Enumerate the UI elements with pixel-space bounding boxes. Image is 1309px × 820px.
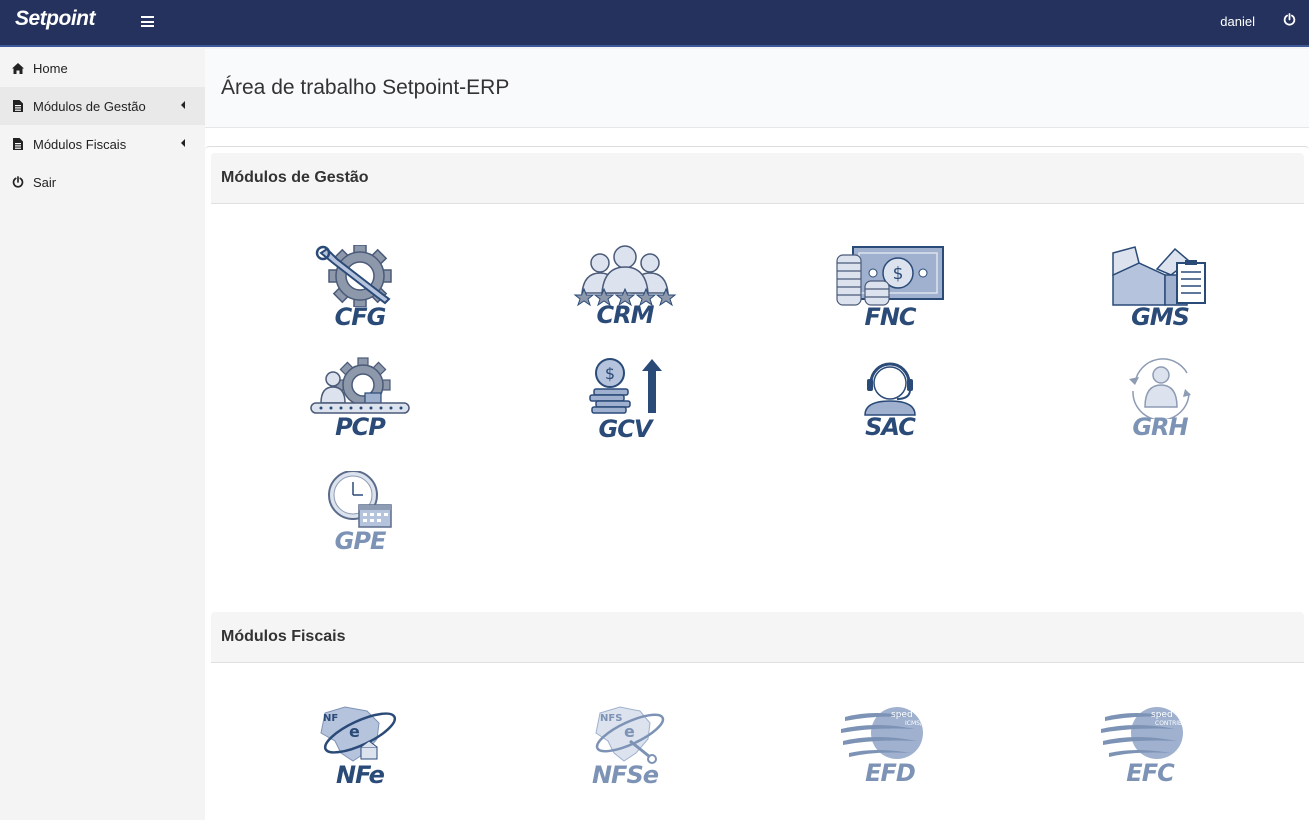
module-efc[interactable]: sped CONTRIBUIÇÕES EFC [1095,703,1205,793]
module-label: FNC [864,303,916,331]
sidebar-item-home[interactable]: Home [0,49,205,87]
home-icon [12,62,24,74]
svg-text:sped: sped [891,710,913,720]
svg-text:NF: NF [323,713,338,724]
sidebar-item-label: Sair [33,174,57,190]
page-header: Área de trabalho Setpoint-ERP [205,49,1309,128]
module-label: EFC [1126,759,1174,787]
svg-text:$: $ [893,264,904,284]
sidebar-item-label: Módulos Fiscais [33,136,127,152]
module-gcv[interactable]: $ GCV [570,357,680,447]
module-label: GMS [1131,303,1190,331]
svg-text:sped: sped [1151,710,1173,720]
power-icon [12,176,24,188]
person-cycle-icon [1129,358,1191,419]
module-sac[interactable]: SAC [835,357,945,447]
user-name[interactable]: daniel [1220,14,1255,29]
boxes-checklist-icon [1112,246,1206,306]
document-icon [12,100,24,112]
module-label: NFSe [591,761,659,789]
module-cfg[interactable]: CFG [305,245,415,335]
document-icon [12,138,24,150]
module-gpe[interactable]: GPE [305,471,415,561]
module-nfse[interactable]: NFS e NFSe [570,703,680,793]
gear-conveyor-icon [310,357,410,414]
top-navbar: Setpoint daniel [0,0,1309,47]
module-label: CFG [334,303,387,331]
power-icon[interactable] [1283,13,1296,31]
module-label: NFe [336,761,385,789]
sidebar: Home Módulos de Gestão Módulos Fiscais S… [0,49,205,820]
menu-toggle-icon[interactable] [141,16,154,27]
module-crm[interactable]: CRM [570,245,680,335]
module-pcp[interactable]: PCP [305,357,415,447]
main-content: Área de trabalho Setpoint-ERP Módulos de… [205,49,1309,820]
module-label: GPE [334,527,387,555]
sidebar-item-label: Módulos de Gestão [33,98,146,114]
svg-text:e: e [624,722,635,741]
module-label: CRM [596,301,655,329]
module-fnc[interactable]: $ FNC [835,245,945,335]
module-grh[interactable]: GRH [1105,357,1215,447]
sidebar-item-label: Home [33,60,68,76]
caret-left-icon [181,101,185,109]
module-gms[interactable]: GMS [1105,245,1215,335]
section-title-gestao: Módulos de Gestão [211,153,1304,204]
divider [205,146,1309,150]
caret-left-icon [181,139,185,147]
module-label: EFD [865,759,916,787]
svg-text:CONTRIBUIÇÕES: CONTRIBUIÇÕES [1155,720,1205,727]
sped-globe-icon: sped ICMS/IPI [841,707,929,759]
module-label: GCV [598,415,653,443]
svg-text:$: $ [605,364,615,383]
headset-agent-icon [864,362,916,416]
section-title-fiscais: Módulos Fiscais [211,612,1304,663]
clock-calendar-icon [328,471,392,528]
gear-wrench-icon [315,245,392,307]
sidebar-item-modulos-gestao[interactable]: Módulos de Gestão [0,87,205,125]
svg-text:NFS: NFS [600,713,622,724]
module-label: PCP [335,413,386,441]
page-title: Área de trabalho Setpoint-ERP [221,76,510,99]
svg-text:ICMS/IPI: ICMS/IPI [905,720,929,727]
svg-text:e: e [349,722,360,741]
sidebar-item-sair[interactable]: Sair [0,163,205,201]
brand-logo[interactable]: Setpoint [15,7,96,31]
module-label: SAC [865,413,916,441]
sidebar-item-modulos-fiscais[interactable]: Módulos Fiscais [0,125,205,163]
coins-arrow-icon: $ [589,358,662,414]
nfse-map-icon: NFS e [595,706,665,764]
sped-globe-icon: sped CONTRIBUIÇÕES [1101,707,1205,759]
module-label: GRH [1132,413,1188,441]
money-coins-icon: $ [836,246,944,306]
people-stars-icon [573,245,677,307]
module-efd[interactable]: sped ICMS/IPI EFD [835,703,945,793]
module-nfe[interactable]: NF e NFe [305,703,415,793]
nfe-map-icon: NF e [320,706,397,762]
